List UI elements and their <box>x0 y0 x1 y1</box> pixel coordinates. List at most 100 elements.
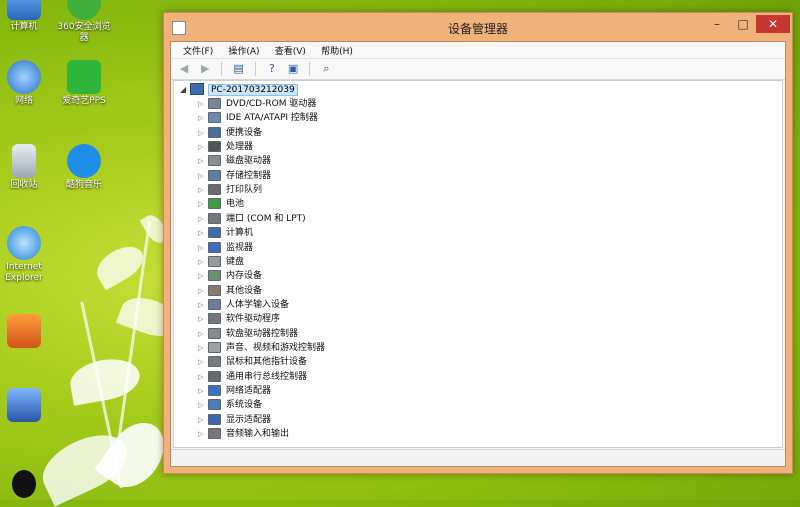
device-category-icon <box>208 241 221 253</box>
expand-arrow-icon[interactable]: ▷ <box>198 183 208 197</box>
expand-arrow-icon[interactable]: ▷ <box>198 384 208 398</box>
desktop-icon-kugou[interactable]: 酷狗音乐 <box>54 144 114 191</box>
expand-arrow-icon[interactable]: ▷ <box>198 97 208 111</box>
tree-category[interactable]: ▷ 人体学输入设备 <box>198 298 289 312</box>
expand-arrow-icon[interactable]: ▷ <box>198 212 208 226</box>
tree-category[interactable]: ▷ 监视器 <box>198 241 253 255</box>
tree-category[interactable]: ▷ IDE ATA/ATAPI 控制器 <box>198 111 318 125</box>
tree-category-label: 监视器 <box>226 242 254 253</box>
collapse-arrow-icon[interactable]: ◢ <box>180 83 190 97</box>
expand-arrow-icon[interactable]: ▷ <box>198 255 208 269</box>
tree-category[interactable]: ▷ 键盘 <box>198 255 244 269</box>
expand-arrow-icon[interactable]: ▷ <box>198 413 208 427</box>
desktop-icon-computer[interactable]: 计算机 <box>0 0 54 33</box>
tree-category[interactable]: ▷ 其他设备 <box>198 284 262 298</box>
computer-icon <box>7 0 41 20</box>
expand-arrow-icon[interactable]: ▷ <box>198 269 208 283</box>
menu-view[interactable]: 查看(V) <box>269 42 312 59</box>
computer-icon <box>190 83 204 95</box>
tree-category-label: 软件驱动程序 <box>226 314 281 325</box>
show-hide-console-icon[interactable]: ▣ <box>285 61 301 77</box>
tree-category[interactable]: ▷ DVD/CD-ROM 驱动器 <box>198 97 316 111</box>
tree-category[interactable]: ▷ 端口 (COM 和 LPT) <box>198 212 306 226</box>
expand-arrow-icon[interactable]: ▷ <box>198 427 208 441</box>
device-category-icon <box>208 141 221 153</box>
expand-arrow-icon[interactable]: ▷ <box>198 140 208 154</box>
desktop-icon-control-panel[interactable] <box>0 388 54 424</box>
expand-arrow-icon[interactable]: ▷ <box>198 154 208 168</box>
expand-arrow-icon[interactable]: ▷ <box>198 341 208 355</box>
properties-icon[interactable]: ▤ <box>231 61 247 77</box>
minimize-button[interactable]: – <box>704 15 730 33</box>
expand-arrow-icon[interactable]: ▷ <box>198 197 208 211</box>
tree-category[interactable]: ▷ 磁盘驱动器 <box>198 154 271 168</box>
menu-help[interactable]: 帮助(H) <box>315 42 359 59</box>
toolbar-separator <box>221 62 223 76</box>
expand-arrow-icon[interactable]: ▷ <box>198 355 208 369</box>
tree-category-label: 打印队列 <box>226 185 263 196</box>
desktop-icon-network[interactable]: 网络 <box>0 60 54 107</box>
tree-category-label: 软盘驱动器控制器 <box>226 328 299 339</box>
desktop-icon-iqiyi[interactable]: 爱奇艺PPS <box>54 60 114 107</box>
desktop-icon-shortcut[interactable] <box>0 314 54 350</box>
back-arrow-icon[interactable]: ◀ <box>176 61 192 77</box>
tree-category[interactable]: ▷ 电池 <box>198 197 244 211</box>
iqiyi-pps-icon <box>67 60 101 94</box>
maximize-button[interactable]: □ <box>730 15 756 33</box>
close-button[interactable]: ✕ <box>756 15 790 33</box>
desktop-icon-qq[interactable] <box>0 470 54 500</box>
desktop-icon-ie[interactable]: Internet Explorer <box>0 226 54 284</box>
tree-category[interactable]: ▷ 软件驱动程序 <box>198 312 280 326</box>
expand-arrow-icon[interactable]: ▷ <box>198 298 208 312</box>
desktop-icon-label: 回收站 <box>10 180 38 190</box>
tree-category[interactable]: ▷ 存储控制器 <box>198 169 271 183</box>
expand-arrow-icon[interactable]: ▷ <box>198 284 208 298</box>
tree-category[interactable]: ▷ 声音、视频和游戏控制器 <box>198 341 325 355</box>
expand-arrow-icon[interactable]: ▷ <box>198 241 208 255</box>
tree-category-label: 处理器 <box>226 142 254 153</box>
forward-arrow-icon[interactable]: ▶ <box>197 61 213 77</box>
device-category-icon <box>208 413 221 425</box>
expand-arrow-icon[interactable]: ▷ <box>198 169 208 183</box>
tree-category[interactable]: ▷ 网络适配器 <box>198 384 271 398</box>
expand-arrow-icon[interactable]: ▷ <box>198 126 208 140</box>
tree-category[interactable]: ▷ 音频输入和输出 <box>198 427 289 441</box>
expand-arrow-icon[interactable]: ▷ <box>198 370 208 384</box>
tree-category[interactable]: ▷ 通用串行总线控制器 <box>198 370 307 384</box>
tree-category[interactable]: ▷ 系统设备 <box>198 398 262 412</box>
menu-file[interactable]: 文件(F) <box>177 42 219 59</box>
tree-category[interactable]: ▷ 便携设备 <box>198 126 262 140</box>
recycle-bin-icon <box>12 144 36 178</box>
expand-arrow-icon[interactable]: ▷ <box>198 312 208 326</box>
tree-category-label: 便携设备 <box>226 127 263 138</box>
device-tree[interactable]: ◢ PC-20170321203​9 ▷ DVD/CD-ROM 驱动器 ▷ IDE AT… <box>173 80 783 448</box>
title-bar[interactable]: 设备管理器 – □ ✕ <box>164 13 792 41</box>
status-bar <box>171 449 785 466</box>
tree-category[interactable]: ▷ 计算机 <box>198 226 253 240</box>
tree-category[interactable]: ▷ 内存设备 <box>198 269 262 283</box>
tree-category[interactable]: ▷ 软盘驱动器控制器 <box>198 327 298 341</box>
desktop-icon-recycle-bin[interactable]: 回收站 <box>0 144 54 191</box>
tree-category[interactable]: ▷ 处理器 <box>198 140 253 154</box>
tree-category-label: 端口 (COM 和 LPT) <box>226 213 306 224</box>
expand-arrow-icon[interactable]: ▷ <box>198 327 208 341</box>
tree-category[interactable]: ▷ 显示适配器 <box>198 413 271 427</box>
scan-hardware-icon[interactable]: ⌕ <box>319 61 335 77</box>
desktop-icon-360-browser[interactable]: 360安全浏览器 <box>54 0 114 44</box>
expand-arrow-icon[interactable]: ▷ <box>198 398 208 412</box>
device-category-icon <box>208 98 221 109</box>
expand-arrow-icon[interactable]: ▷ <box>198 226 208 240</box>
360-browser-icon <box>67 0 101 20</box>
expand-arrow-icon[interactable]: ▷ <box>198 111 208 125</box>
window-client-area: 文件(F) 操作(A) 查看(V) 帮助(H) ◀ ▶ ▤ ? ▣ ⌕ ◢ PC-… <box>170 41 786 467</box>
tree-root[interactable]: ◢ PC-20170321203​9 <box>180 83 298 97</box>
tree-category[interactable]: ▷ 鼠标和其他指针设备 <box>198 355 307 369</box>
device-category-icon <box>208 212 221 224</box>
tree-category-label: 内存设备 <box>226 271 263 282</box>
help-icon[interactable]: ? <box>264 61 280 77</box>
tree-category-label: 电池 <box>226 199 245 210</box>
menu-action[interactable]: 操作(A) <box>222 42 265 59</box>
tree-category[interactable]: ▷ 打印队列 <box>198 183 262 197</box>
tree-category-label: 显示适配器 <box>226 414 272 425</box>
tree-category-label: 网络适配器 <box>226 386 272 396</box>
